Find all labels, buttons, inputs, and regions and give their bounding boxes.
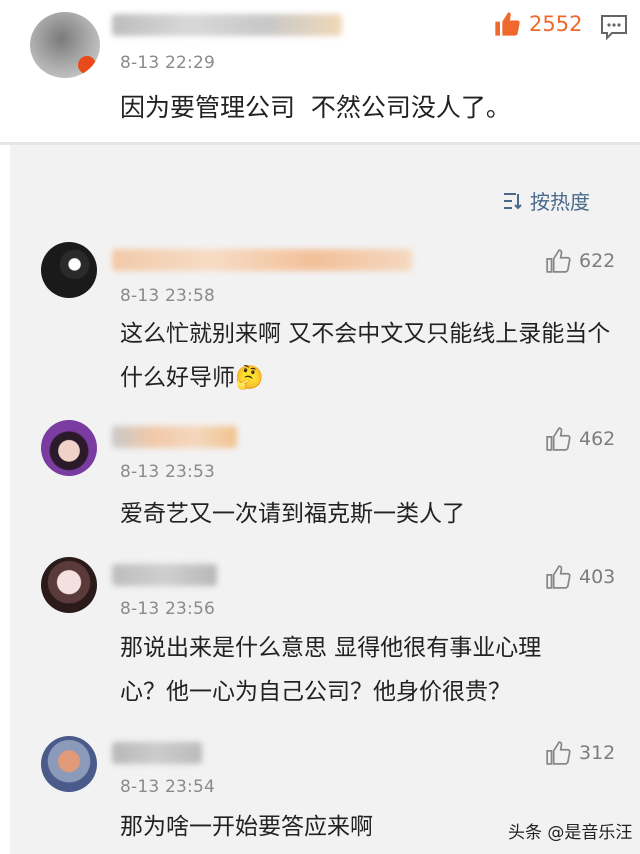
comment-text: 因为要管理公司 不然公司没人了。 [120, 93, 511, 122]
avatar[interactable] [41, 736, 97, 792]
avatar[interactable] [41, 242, 97, 298]
like-count: 312 [579, 742, 616, 764]
like-count: 462 [579, 428, 616, 450]
sort-button[interactable]: 按热度 [502, 186, 590, 215]
like-button[interactable]: 2552 [493, 10, 582, 38]
verified-badge-icon [78, 56, 96, 74]
reply-time: 8-13 23:56 [120, 599, 215, 619]
thumbs-up-icon [546, 427, 571, 451]
sort-icon [504, 192, 522, 209]
watermark: 头条 @是音乐汪 [508, 823, 633, 843]
reply-time: 8-13 23:54 [120, 777, 215, 797]
sort-label: 按热度 [530, 190, 590, 214]
username-blurred [112, 426, 237, 448]
reply-text: 爱奇艺又一次请到福克斯一类人了 [120, 501, 465, 527]
comment-icon[interactable] [600, 14, 628, 40]
reply-text: 那说出来是什么意思 显得他很有事业心理心？他一心为自己公司？他身价很贵？ [120, 635, 542, 705]
username-blurred [112, 742, 202, 764]
avatar[interactable] [41, 420, 97, 476]
reply-time: 8-13 23:58 [120, 286, 215, 306]
avatar[interactable] [41, 557, 97, 613]
reply-text-body: 这么忙就别来啊 又不会中文又只能线上录能当个什么好导师 [120, 321, 611, 391]
comment-time: 8-13 22:29 [120, 53, 215, 73]
like-button[interactable]: 312 [545, 740, 615, 766]
username-blurred [112, 14, 342, 36]
like-button[interactable]: 403 [545, 564, 615, 590]
reply-text: 这么忙就别来啊 又不会中文又只能线上录能当个什么好导师🤔 [120, 312, 620, 400]
like-count: 622 [579, 250, 616, 272]
username-blurred [112, 249, 412, 271]
main-comment: 8-13 22:29 2552 因为要管理公司 不然公司没人了。 [0, 0, 640, 145]
thumbs-up-icon [495, 12, 520, 36]
like-count: 2552 [529, 12, 583, 36]
username-blurred [112, 564, 217, 586]
like-count: 403 [579, 566, 616, 588]
like-button[interactable]: 462 [545, 426, 615, 452]
like-button[interactable]: 622 [545, 248, 615, 274]
thumbs-up-icon [546, 249, 571, 273]
thumbs-up-icon [546, 741, 571, 765]
thinking-emoji-icon: 🤔 [235, 365, 264, 391]
reply-time: 8-13 23:53 [120, 462, 215, 482]
avatar[interactable] [30, 12, 100, 78]
thumbs-up-icon [546, 565, 571, 589]
